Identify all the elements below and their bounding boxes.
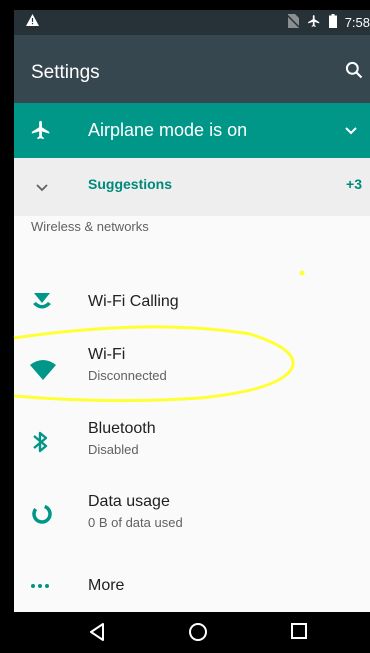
bluetooth-icon	[30, 429, 52, 460]
item-subtitle: 0 B of data used	[88, 515, 183, 530]
item-title: Bluetooth	[88, 420, 156, 437]
item-subtitle: Disabled	[88, 442, 139, 457]
item-subtitle: Disconnected	[88, 368, 167, 383]
no-sim-icon	[286, 14, 300, 31]
chevron-down-icon[interactable]	[344, 123, 358, 141]
airplane-status-icon	[307, 14, 321, 31]
battery-icon	[328, 14, 337, 31]
item-title: Wi-Fi	[88, 346, 126, 363]
recents-icon[interactable]	[290, 622, 308, 645]
status-bar: 7:58	[14, 10, 370, 35]
wifi-calling-icon	[30, 289, 54, 318]
chevron-down-icon[interactable]	[35, 180, 49, 198]
section-header: Wireless & networks	[31, 219, 149, 234]
back-icon[interactable]	[88, 622, 106, 647]
item-title: Wi-Fi Calling	[88, 293, 179, 310]
list-item-data-usage[interactable]: Data usage 0 B of data used	[14, 487, 370, 547]
airplane-mode-label: Airplane mode is on	[88, 120, 248, 140]
page-title: Settings	[31, 62, 100, 83]
settings-screen: 7:58 Settings Airplane mode is on Sugges…	[14, 10, 370, 653]
item-title: Data usage	[88, 493, 170, 510]
suggestions-header[interactable]: Suggestions +3	[14, 158, 370, 216]
clock: 7:58	[344, 15, 370, 30]
list-item-wifi[interactable]: Wi-Fi Disconnected	[14, 340, 370, 400]
data-usage-icon	[30, 502, 54, 531]
suggestions-count: +3	[346, 176, 362, 192]
navigation-bar	[14, 612, 370, 653]
home-icon[interactable]	[188, 622, 208, 647]
item-title: More	[88, 577, 125, 594]
list-item-bluetooth[interactable]: Bluetooth Disabled	[14, 414, 370, 474]
app-bar: Settings	[14, 35, 370, 103]
list-item-wifi-calling[interactable]: Wi-Fi Calling	[14, 267, 370, 327]
wifi-icon	[30, 360, 56, 385]
warning-icon	[26, 14, 39, 29]
suggestions-label: Suggestions	[88, 176, 173, 192]
airplane-mode-banner[interactable]: Airplane mode is on	[14, 103, 370, 158]
more-icon	[30, 576, 52, 601]
search-icon[interactable]	[344, 60, 364, 85]
airplane-icon	[30, 119, 52, 146]
